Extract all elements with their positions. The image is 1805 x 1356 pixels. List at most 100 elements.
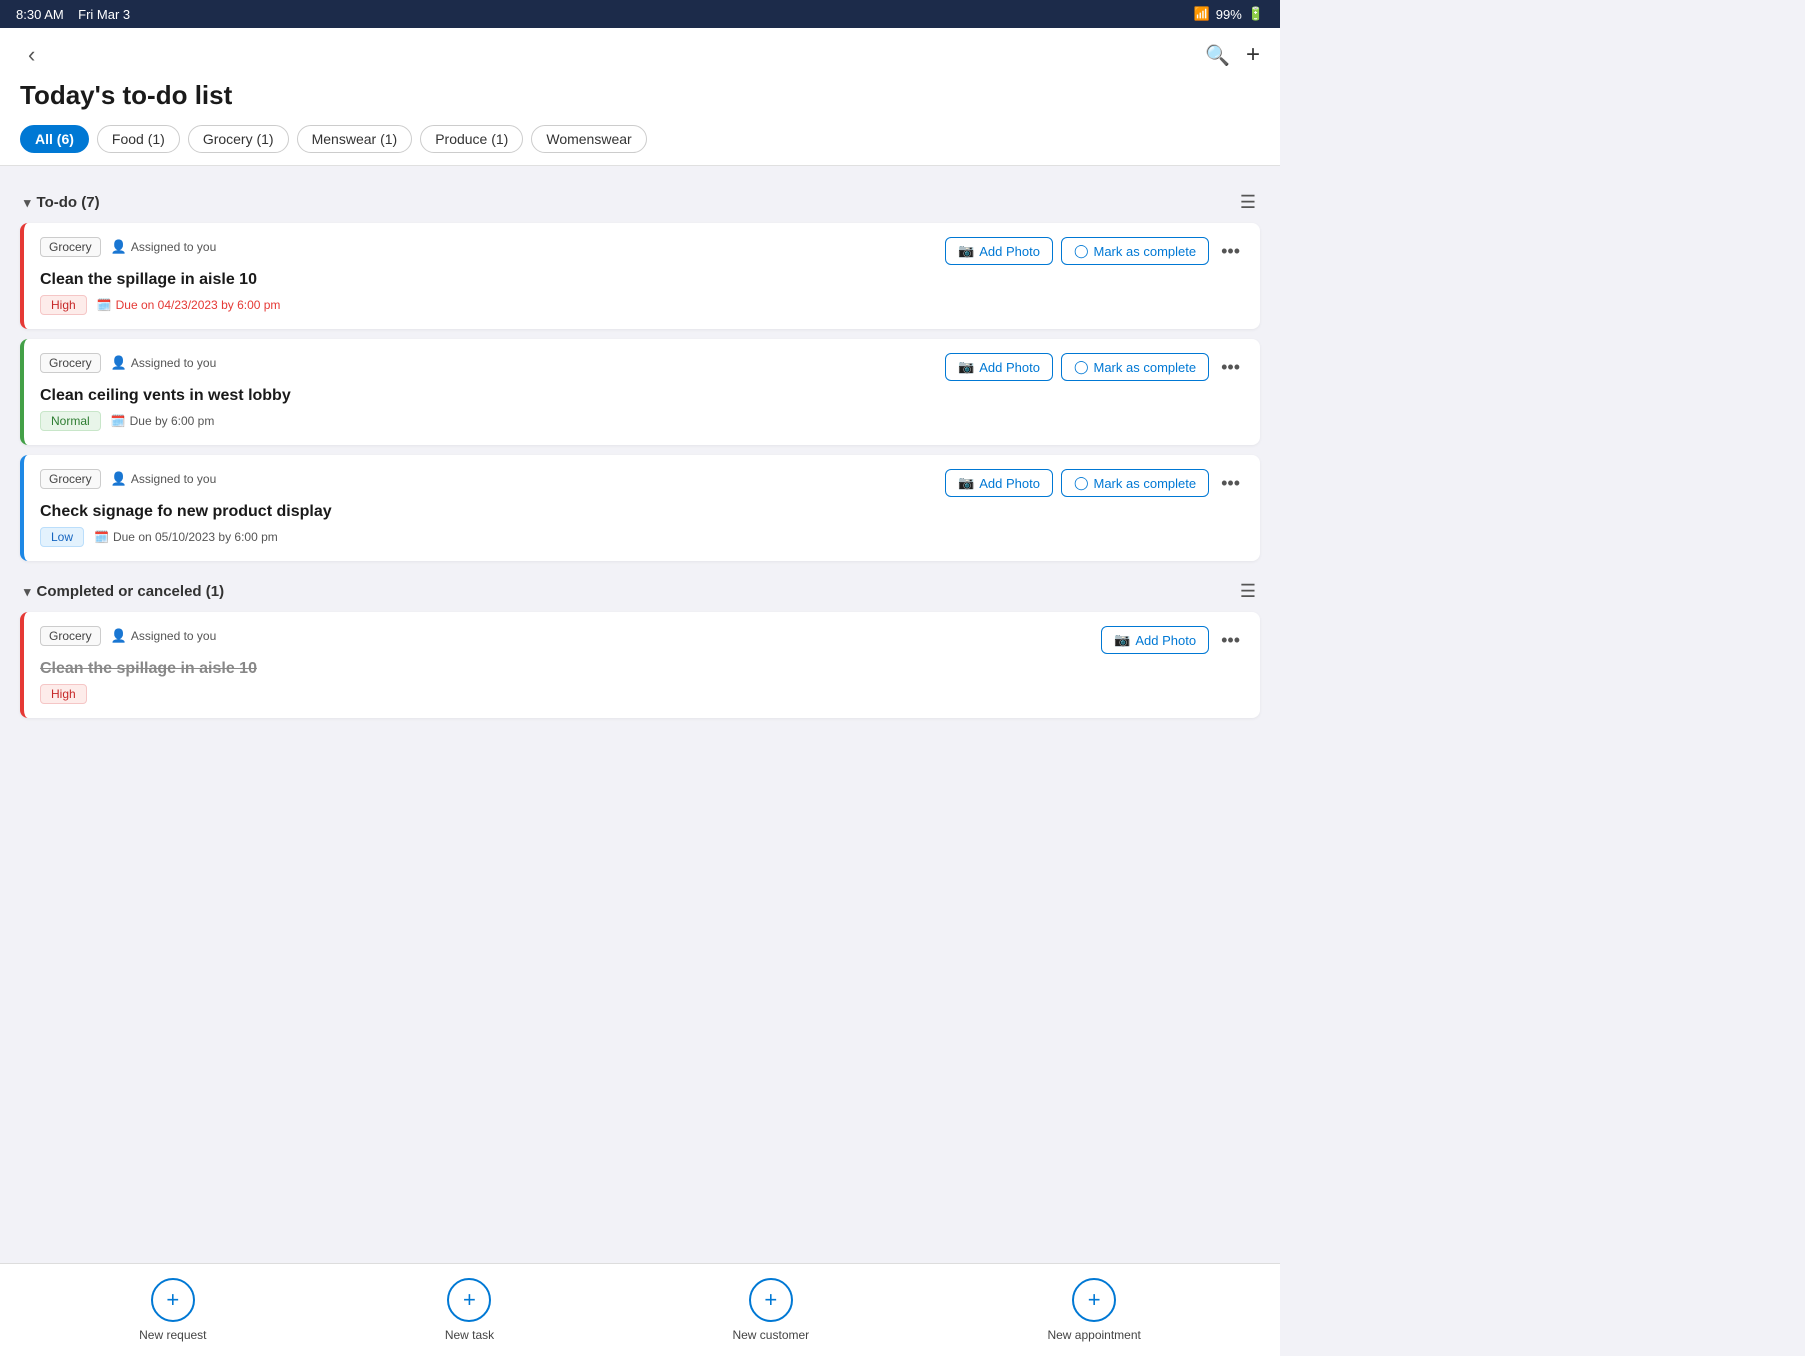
add-photo-button-task3[interactable]: 📷 Add Photo (945, 469, 1053, 497)
task-card-task1: Grocery 👤 Assigned to you 📷 Add Photo ◯ … (20, 223, 1260, 329)
task-top-row-task1: Grocery 👤 Assigned to you 📷 Add Photo ◯ … (40, 237, 1244, 265)
task-assigned-task1: 👤 Assigned to you (111, 239, 217, 255)
task-tag-task1: Grocery (40, 237, 101, 257)
section-header-todo[interactable]: ▾ To-do (7) ☰ (20, 182, 1260, 223)
bottom-action-new-customer[interactable]: + New customer (732, 1278, 809, 1342)
bottom-action-new-request[interactable]: + New request (139, 1278, 206, 1342)
task-card-task4: Grocery 👤 Assigned to you 📷 Add Photo ••… (20, 612, 1260, 718)
task-assigned-task4: 👤 Assigned to you (111, 628, 217, 644)
add-photo-button-task2[interactable]: 📷 Add Photo (945, 353, 1053, 381)
bottom-action-new-task[interactable]: + New task (445, 1278, 494, 1342)
camera-icon: 📷 (958, 359, 974, 375)
check-circle-icon: ◯ (1074, 359, 1089, 375)
task-bottom-row-task4: High (40, 684, 1244, 704)
more-options-button-task2[interactable]: ••• (1217, 357, 1244, 378)
task-title-task2: Clean ceiling vents in west lobby (40, 387, 1244, 405)
more-options-button-task3[interactable]: ••• (1217, 473, 1244, 494)
filter-tab-all[interactable]: All (6) (20, 125, 89, 153)
calendar-icon: 🗓️ (94, 530, 109, 544)
bottom-action-label-new-request: New request (139, 1328, 206, 1342)
task-meta-task3: Grocery 👤 Assigned to you (40, 469, 216, 489)
calendar-icon: 🗓️ (111, 414, 126, 428)
content-area: ▾ To-do (7) ☰ Grocery 👤 Assigned to you … (0, 166, 1280, 866)
assign-icon: 👤 (111, 355, 127, 371)
due-date-task3: 🗓️ Due on 05/10/2023 by 6:00 pm (94, 530, 278, 544)
filter-tab-womenswear[interactable]: Womenswear (531, 125, 646, 153)
camera-icon: 📷 (1114, 632, 1130, 648)
assign-icon: 👤 (111, 628, 127, 644)
filter-tab-menswear[interactable]: Menswear (1) (297, 125, 413, 153)
check-circle-icon: ◯ (1074, 243, 1089, 259)
chevron-icon: ▾ (24, 195, 31, 211)
task-card-task3: Grocery 👤 Assigned to you 📷 Add Photo ◯ … (20, 455, 1260, 561)
filter-tabs: All (6) Food (1) Grocery (1) Menswear (1)Pr… (20, 125, 1260, 165)
task-actions-task3: 📷 Add Photo ◯ Mark as complete ••• (945, 469, 1244, 497)
bottom-action-circle-new-appointment: + (1072, 1278, 1116, 1322)
calendar-icon: 🗓️ (97, 298, 112, 312)
section-title-completed: ▾ Completed or canceled (1) (24, 583, 224, 600)
priority-badge-task3: Low (40, 527, 84, 547)
task-tag-task3: Grocery (40, 469, 101, 489)
task-actions-task4: 📷 Add Photo ••• (1101, 626, 1244, 654)
status-time: 8:30 AM (16, 7, 64, 22)
bottom-action-label-new-task: New task (445, 1328, 494, 1342)
check-circle-icon: ◯ (1074, 475, 1089, 491)
task-top-row-task4: Grocery 👤 Assigned to you 📷 Add Photo ••… (40, 626, 1244, 654)
filter-sort-icon[interactable]: ☰ (1240, 192, 1256, 213)
status-time-date: 8:30 AM Fri Mar 3 (16, 7, 130, 22)
priority-badge-task2: Normal (40, 411, 101, 431)
task-bottom-row-task2: Normal 🗓️ Due by 6:00 pm (40, 411, 1244, 431)
more-options-button-task1[interactable]: ••• (1217, 241, 1244, 262)
task-title-task1: Clean the spillage in aisle 10 (40, 271, 1244, 289)
bottom-bar: + New request + New task + New customer … (0, 1263, 1280, 1356)
more-options-button-task4[interactable]: ••• (1217, 630, 1244, 651)
bottom-action-label-new-appointment: New appointment (1047, 1328, 1140, 1342)
mark-complete-button-task1[interactable]: ◯ Mark as complete (1061, 237, 1209, 265)
task-title-task3: Check signage fo new product display (40, 503, 1244, 521)
task-title-task4: Clean the spillage in aisle 10 (40, 660, 1244, 678)
task-top-row-task3: Grocery 👤 Assigned to you 📷 Add Photo ◯ … (40, 469, 1244, 497)
bottom-action-label-new-customer: New customer (732, 1328, 809, 1342)
filter-sort-icon[interactable]: ☰ (1240, 581, 1256, 602)
section-title-todo: ▾ To-do (7) (24, 194, 100, 211)
add-button[interactable]: + (1246, 41, 1260, 69)
filter-tab-grocery[interactable]: Grocery (1) (188, 125, 289, 153)
assign-icon: 👤 (111, 239, 127, 255)
search-button[interactable]: 🔍 (1205, 43, 1230, 68)
bottom-action-circle-new-request: + (151, 1278, 195, 1322)
task-assigned-task3: 👤 Assigned to you (111, 471, 217, 487)
camera-icon: 📷 (958, 243, 974, 259)
task-card-task2: Grocery 👤 Assigned to you 📷 Add Photo ◯ … (20, 339, 1260, 445)
header: ‹ 🔍 + Today's to-do list All (6) Food (1)… (0, 28, 1280, 166)
task-top-row-task2: Grocery 👤 Assigned to you 📷 Add Photo ◯ … (40, 353, 1244, 381)
bottom-action-new-appointment[interactable]: + New appointment (1047, 1278, 1140, 1342)
task-bottom-row-task1: High 🗓️ Due on 04/23/2023 by 6:00 pm (40, 295, 1244, 315)
task-actions-task1: 📷 Add Photo ◯ Mark as complete ••• (945, 237, 1244, 265)
mark-complete-button-task2[interactable]: ◯ Mark as complete (1061, 353, 1209, 381)
add-photo-button-task1[interactable]: 📷 Add Photo (945, 237, 1053, 265)
section-header-completed[interactable]: ▾ Completed or canceled (1) ☰ (20, 571, 1260, 612)
chevron-icon: ▾ (24, 584, 31, 600)
page-title: Today's to-do list (20, 80, 1260, 111)
status-date: Fri Mar 3 (78, 7, 130, 22)
task-tag-task2: Grocery (40, 353, 101, 373)
filter-tab-produce[interactable]: Produce (1) (420, 125, 523, 153)
back-button[interactable]: ‹ (20, 38, 43, 72)
task-tag-task4: Grocery (40, 626, 101, 646)
battery-percent: 99% (1216, 7, 1242, 22)
bottom-action-circle-new-task: + (447, 1278, 491, 1322)
bottom-action-circle-new-customer: + (749, 1278, 793, 1322)
battery-icon: 🔋 (1248, 6, 1264, 22)
filter-tab-food[interactable]: Food (1) (97, 125, 180, 153)
due-date-task2: 🗓️ Due by 6:00 pm (111, 414, 215, 428)
camera-icon: 📷 (958, 475, 974, 491)
task-meta-task2: Grocery 👤 Assigned to you (40, 353, 216, 373)
priority-badge-task4: High (40, 684, 87, 704)
mark-complete-button-task3[interactable]: ◯ Mark as complete (1061, 469, 1209, 497)
due-date-task1: 🗓️ Due on 04/23/2023 by 6:00 pm (97, 298, 281, 312)
wifi-icon: 📶 (1194, 6, 1210, 22)
assign-icon: 👤 (111, 471, 127, 487)
task-meta-task1: Grocery 👤 Assigned to you (40, 237, 216, 257)
task-meta-task4: Grocery 👤 Assigned to you (40, 626, 216, 646)
add-photo-button-task4[interactable]: 📷 Add Photo (1101, 626, 1209, 654)
